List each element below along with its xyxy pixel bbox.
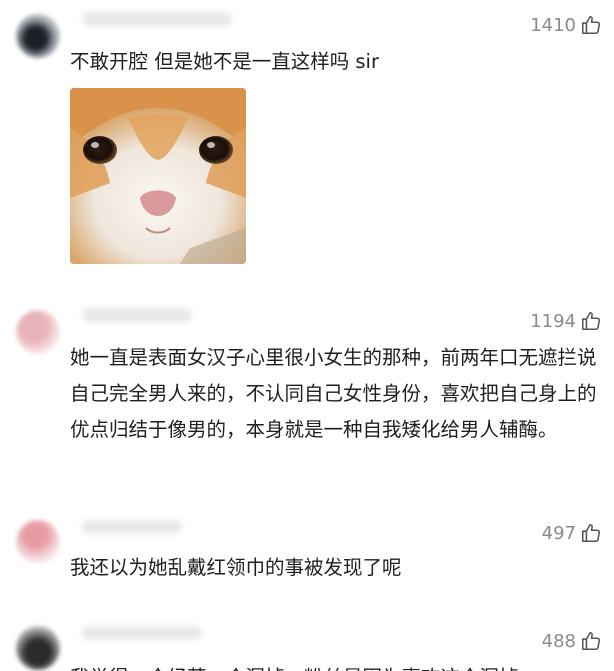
comment-item: 1410 不敢开腔 但是她不是一直这样吗 sir [0,0,614,290]
thumbs-up-icon[interactable] [580,310,602,332]
like-button[interactable]: 1194 [530,310,602,332]
like-count: 488 [541,630,576,652]
avatar[interactable] [16,626,60,670]
username-blurred[interactable] [82,520,182,534]
comment-text: 不敢开腔 但是她不是一直这样吗 sir [70,50,379,73]
username-blurred[interactable] [82,308,192,322]
avatar[interactable] [16,310,60,354]
like-count: 497 [541,522,576,544]
like-button[interactable]: 497 [542,522,602,544]
like-button[interactable]: 488 [542,630,602,652]
thumbs-up-icon[interactable] [580,630,602,652]
comment-text: 她一直是表面女汉子心里很小女生的那种，前两年口无遮拦说自己完全男人来的，不认同自… [70,346,597,441]
like-button[interactable]: 1410 [530,14,602,36]
comment-item: 1194 她一直是表面女汉子心里很小女生的那种，前两年口无遮拦说自己完全男人来的… [0,298,614,498]
comment-item: 488 我觉得一个经营一个漏掉，粉丝是因为喜欢这个漏掉 [0,620,614,671]
comment-text: 我还以为她乱戴红领巾的事被发现了呢 [70,556,402,579]
thumbs-up-icon[interactable] [580,14,602,36]
thumbs-up-icon[interactable] [580,522,602,544]
like-count: 1194 [530,310,576,332]
comment-text: 我觉得一个经营一个漏掉，粉丝是因为喜欢这个漏掉 [70,660,598,671]
cat-face-sticker[interactable] [70,88,246,264]
like-count: 1410 [530,14,576,36]
username-blurred[interactable] [82,12,232,26]
comment-item: 497 我还以为她乱戴红领巾的事被发现了呢 [0,516,614,606]
username-blurred[interactable] [82,626,202,640]
avatar[interactable] [16,520,60,564]
avatar[interactable] [16,14,60,58]
